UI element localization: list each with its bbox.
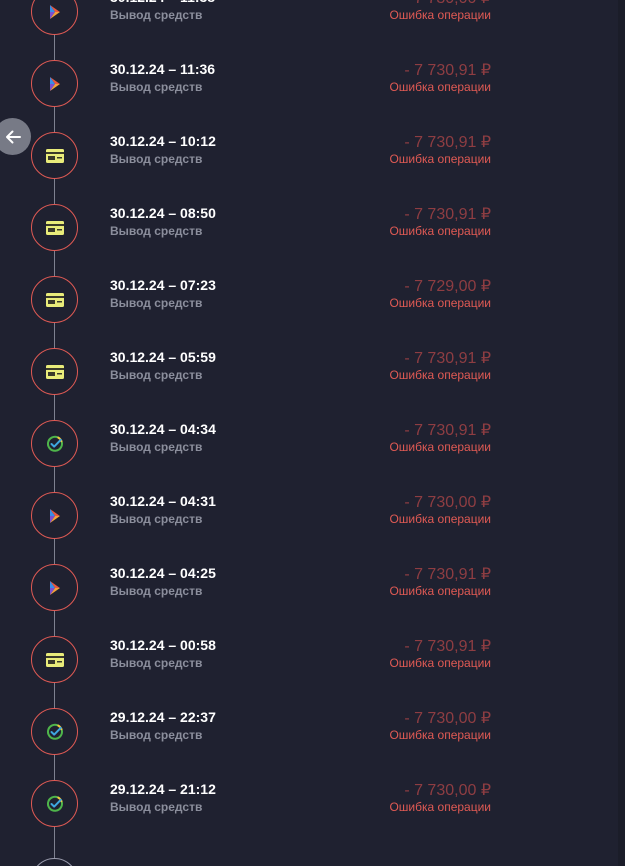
transaction-type: Вывод средств xyxy=(110,296,203,310)
transaction-status: Ошибка операции xyxy=(389,152,491,166)
play-arrow-icon xyxy=(49,76,60,91)
transaction-status: Ошибка операции xyxy=(389,296,491,310)
transaction-status: Ошибка операции xyxy=(389,728,491,742)
bank-card-icon xyxy=(45,292,64,307)
check-circle-icon xyxy=(46,435,63,452)
transaction-datetime: 30.12.24 – 08:50 xyxy=(110,205,216,221)
play-arrow-icon xyxy=(49,508,60,523)
check-circle-icon xyxy=(46,723,63,740)
transaction-datetime: 30.12.24 – 11:36 xyxy=(110,61,216,77)
transaction-datetime: 30.12.24 – 11:38 xyxy=(110,0,215,5)
transaction-icon-circle xyxy=(31,348,78,395)
transaction-row[interactable]: 30.12.24 – 07:23 Вывод средств - 7 729,0… xyxy=(0,264,625,336)
transaction-amount: - 7 730,91 ₽ xyxy=(404,566,491,583)
transaction-datetime: 30.12.24 – 10:12 xyxy=(110,133,216,149)
transaction-row[interactable]: 29.12.24 – 21:12 Вывод средств - 7 730,0… xyxy=(0,768,625,840)
transaction-status: Ошибка операции xyxy=(389,512,491,526)
transaction-datetime: 30.12.24 – 04:31 xyxy=(110,493,216,509)
transaction-status: Ошибка операции xyxy=(389,80,491,94)
bank-card-icon xyxy=(45,220,64,235)
bank-card-icon xyxy=(45,652,64,667)
transaction-amount: - 7 730,00 ₽ xyxy=(404,0,491,8)
transaction-status: Ошибка операции xyxy=(389,656,491,670)
check-circle-icon xyxy=(46,795,63,812)
play-arrow-icon xyxy=(49,580,60,595)
transaction-datetime: 30.12.24 – 04:34 xyxy=(110,421,216,437)
transaction-row[interactable]: 30.12.24 – 00:58 Вывод средств - 7 730,9… xyxy=(0,624,625,696)
transaction-amount: - 7 730,00 ₽ xyxy=(404,494,491,511)
transaction-type: Вывод средств xyxy=(110,224,203,238)
transaction-icon-circle xyxy=(31,636,78,683)
transaction-datetime: 30.12.24 – 05:59 xyxy=(110,349,216,365)
transaction-icon-circle xyxy=(31,276,78,323)
transaction-amount: - 7 730,00 ₽ xyxy=(404,782,491,799)
transaction-icon-circle xyxy=(31,204,78,251)
transaction-type: Вывод средств xyxy=(110,440,203,454)
transaction-list: 30.12.24 – 11:38 Вывод средств - 7 730,0… xyxy=(0,0,625,840)
transaction-datetime: 30.12.24 – 07:23 xyxy=(110,277,216,293)
transaction-datetime: 29.12.24 – 22:37 xyxy=(110,709,216,725)
bank-card-icon xyxy=(45,148,64,163)
transaction-icon-circle xyxy=(31,492,78,539)
transaction-row[interactable]: 30.12.24 – 05:59 Вывод средств - 7 730,9… xyxy=(0,336,625,408)
transaction-type: Вывод средств xyxy=(110,656,203,670)
transaction-row[interactable]: 30.12.24 – 08:50 Вывод средств - 7 730,9… xyxy=(0,192,625,264)
transaction-type: Вывод средств xyxy=(110,80,203,94)
play-arrow-icon xyxy=(49,4,60,19)
transaction-icon-circle xyxy=(31,564,78,611)
scrollbar-track[interactable] xyxy=(618,0,625,866)
transaction-row[interactable]: 30.12.24 – 04:34 Вывод средств - 7 730,9… xyxy=(0,408,625,480)
transaction-datetime: 30.12.24 – 04:25 xyxy=(110,565,216,581)
transaction-type: Вывод средств xyxy=(110,368,203,382)
transaction-icon-circle xyxy=(31,780,78,827)
transaction-row[interactable]: 30.12.24 – 11:38 Вывод средств - 7 730,0… xyxy=(0,0,625,48)
transaction-amount: - 7 730,91 ₽ xyxy=(404,350,491,367)
transaction-row[interactable]: 30.12.24 – 10:12 Вывод средств - 7 730,9… xyxy=(0,120,625,192)
transaction-amount: - 7 730,91 ₽ xyxy=(404,134,491,151)
transaction-type: Вывод средств xyxy=(110,584,203,598)
transaction-type: Вывод средств xyxy=(110,800,203,814)
transaction-type: Вывод средств xyxy=(110,728,203,742)
transaction-amount: - 7 729,00 ₽ xyxy=(404,278,491,295)
transaction-row[interactable]: 29.12.24 – 22:37 Вывод средств - 7 730,0… xyxy=(0,696,625,768)
transaction-amount: - 7 730,91 ₽ xyxy=(404,62,491,79)
transaction-icon-circle xyxy=(31,60,78,107)
transaction-history: 30.12.24 – 11:38 Вывод средств - 7 730,0… xyxy=(0,0,625,866)
transaction-datetime: 29.12.24 – 21:12 xyxy=(110,781,216,797)
arrow-left-icon xyxy=(5,130,21,143)
transaction-amount: - 7 730,91 ₽ xyxy=(404,638,491,655)
transaction-status: Ошибка операции xyxy=(389,368,491,382)
transaction-amount: - 7 730,91 ₽ xyxy=(404,206,491,223)
transaction-type: Вывод средств xyxy=(110,152,203,166)
transaction-icon-circle xyxy=(31,0,78,35)
transaction-icon-circle xyxy=(31,708,78,755)
transaction-icon-circle xyxy=(31,420,78,467)
transaction-status: Ошибка операции xyxy=(389,800,491,814)
bank-card-icon xyxy=(45,364,64,379)
timeline-node-partial xyxy=(31,858,78,866)
transaction-row[interactable]: 30.12.24 – 11:36 Вывод средств - 7 730,9… xyxy=(0,48,625,120)
transaction-status: Ошибка операции xyxy=(389,8,491,22)
transaction-amount: - 7 730,91 ₽ xyxy=(404,422,491,439)
transaction-status: Ошибка операции xyxy=(389,440,491,454)
transaction-row[interactable]: 30.12.24 – 04:25 Вывод средств - 7 730,9… xyxy=(0,552,625,624)
transaction-status: Ошибка операции xyxy=(389,584,491,598)
transaction-type: Вывод средств xyxy=(110,8,203,22)
transaction-datetime: 30.12.24 – 00:58 xyxy=(110,637,216,653)
transaction-row[interactable]: 30.12.24 – 04:31 Вывод средств - 7 730,0… xyxy=(0,480,625,552)
transaction-icon-circle xyxy=(31,132,78,179)
transaction-type: Вывод средств xyxy=(110,512,203,526)
transaction-status: Ошибка операции xyxy=(389,224,491,238)
transaction-amount: - 7 730,00 ₽ xyxy=(404,710,491,727)
